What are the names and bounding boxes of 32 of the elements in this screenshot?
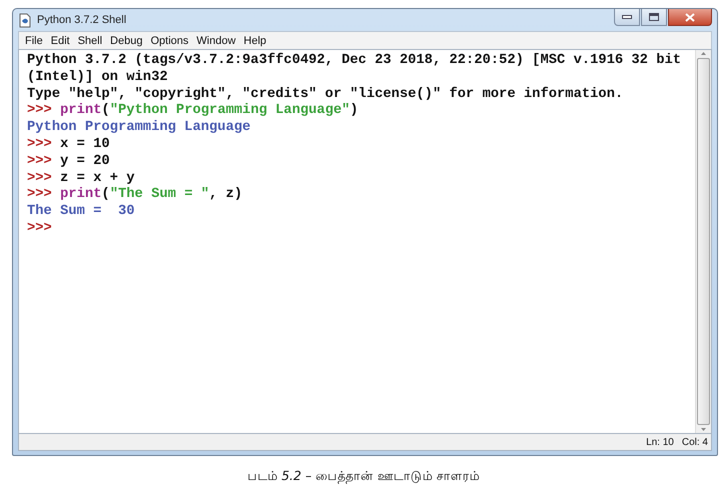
shell-line: The Sum = 30 (27, 204, 135, 221)
window-title: Python 3.7.2 Shell (37, 14, 128, 26)
scrollbar[interactable] (695, 50, 711, 433)
figure-caption: படம் 5.2 – பைத்தான் ஊடாடும் சாளரம் (247, 468, 480, 485)
maximize-icon (649, 13, 659, 21)
menu-item[interactable]: Help (240, 34, 270, 46)
scroll-down-arrow-icon[interactable] (700, 427, 707, 433)
column-number-status: Col: 4 (682, 436, 708, 448)
shell-line: >>> print("Python Programming Language") (27, 103, 358, 120)
python-file-icon (18, 12, 32, 28)
menu-item[interactable]: Edit (46, 34, 74, 46)
minimize-button[interactable] (614, 9, 640, 26)
shell-line: Type "help", "copyright", "credits" or "license()" for more information. (27, 86, 624, 103)
shell-line: >>> (27, 220, 52, 238)
menu-item[interactable]: Options (146, 34, 193, 46)
menu-item[interactable]: File (21, 34, 47, 46)
close-icon (685, 12, 695, 22)
maximize-button[interactable] (641, 9, 667, 26)
close-button[interactable] (668, 9, 712, 26)
menu-item[interactable]: Shell (74, 34, 106, 46)
menu-item[interactable]: Window (192, 34, 240, 46)
shell-line: Python 3.7.2 (tags/v3.7.2:9a3ffc0492, Dec 23 2018, 22:20:52) [MSC v.1916 32 bit (27, 53, 682, 70)
shell-line: >>> z = x + y (27, 170, 135, 187)
menu-item[interactable]: Debug (106, 34, 147, 46)
shell-line: (Intel)] on win32 (27, 70, 168, 87)
line-number-status: Ln: 10 (646, 436, 674, 448)
shell-line: >>> x = 10 (27, 136, 110, 154)
minimize-icon (622, 15, 632, 19)
scroll-up-arrow-icon[interactable] (700, 50, 707, 56)
shell-line: >>> print("The Sum = ", z) (27, 187, 242, 204)
shell-line: >>> y = 20 (27, 154, 110, 171)
shell-line: Python Programming Language (27, 120, 251, 137)
